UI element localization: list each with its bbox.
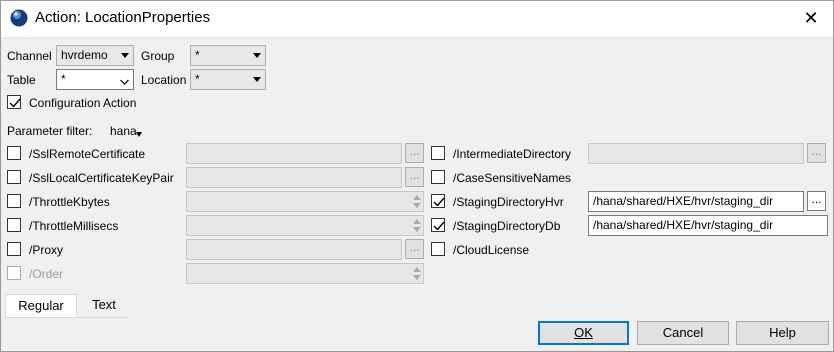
channel-value: hvrdemo (61, 48, 108, 62)
staging-directory-db-input[interactable]: /hana/shared/HXE/hvr/staging_dir (588, 215, 828, 236)
window-title: Action: LocationProperties (35, 9, 211, 26)
location-value: * (195, 72, 200, 86)
table-select[interactable]: * (56, 69, 134, 90)
param-label-intermediatedirectory: /IntermediateDirectory (453, 147, 572, 161)
spin-arrows-icon[interactable] (411, 263, 423, 283)
dropdown-arrow-icon (253, 77, 261, 82)
browse-button[interactable]: ... (405, 143, 424, 163)
param-value-field[interactable] (186, 143, 402, 164)
spin-arrows-icon[interactable] (411, 215, 423, 235)
parameter-filter-input[interactable]: hana (110, 123, 137, 139)
param-checkbox[interactable] (7, 146, 21, 160)
ok-button-label: OK (574, 325, 593, 340)
param-checkbox[interactable] (431, 170, 445, 184)
dropdown-arrow-icon (121, 53, 129, 58)
param-checkbox[interactable] (7, 194, 21, 208)
param-label-stagingdirectorydb: /StagingDirectoryDb (453, 219, 561, 233)
param-label-throttlemillisecs: /ThrottleMillisecs (29, 219, 119, 233)
config-action-label: Configuration Action (29, 96, 137, 110)
param-value-field[interactable] (588, 143, 804, 164)
browse-button[interactable]: ... (405, 239, 424, 259)
param-label-ssllocalcertificatekeypair: /SslLocalCertificateKeyPair (29, 171, 174, 185)
param-spin-field[interactable] (186, 191, 424, 212)
location-label: Location (141, 73, 187, 87)
param-checkbox[interactable] (431, 194, 445, 208)
tab-text[interactable]: Text (80, 294, 128, 318)
param-label-casesensitivenames: /CaseSensitiveNames (453, 171, 572, 185)
group-label: Group (141, 49, 175, 63)
param-checkbox[interactable] (7, 218, 21, 232)
tab-underline (5, 317, 129, 318)
dropdown-arrow-icon (253, 53, 261, 58)
table-value: * (61, 72, 66, 86)
checkmark-icon (433, 221, 445, 231)
group-value: * (195, 48, 200, 62)
param-checkbox[interactable] (7, 266, 21, 280)
param-label-proxy: /Proxy (29, 243, 64, 257)
browse-button[interactable]: ... (405, 167, 424, 187)
text-cursor-icon (135, 128, 143, 142)
table-label: Table (7, 73, 36, 87)
param-label-throttlekbytes: /ThrottleKbytes (29, 195, 110, 209)
param-label-stagingdirectoryhvr: /StagingDirectoryHvr (453, 195, 564, 209)
spin-arrows-icon[interactable] (411, 191, 423, 211)
channel-select[interactable]: hvrdemo (56, 45, 134, 66)
param-spin-field[interactable] (186, 215, 424, 236)
param-value-field[interactable] (186, 239, 402, 260)
param-label-sslremotecertificate: /SslRemoteCertificate (29, 147, 146, 161)
chevron-down-icon (120, 73, 129, 85)
config-action-checkbox[interactable] (7, 95, 21, 109)
help-button[interactable]: Help (736, 321, 829, 345)
cancel-button[interactable]: Cancel (637, 321, 729, 345)
param-checkbox[interactable] (431, 146, 445, 160)
group-select[interactable]: * (190, 45, 266, 66)
tab-regular[interactable]: Regular (5, 294, 77, 318)
channel-label: Channel (7, 49, 52, 63)
param-label-cloudlicense: /CloudLicense (453, 243, 530, 257)
staging-directory-hvr-input[interactable]: /hana/shared/HXE/hvr/staging_dir (588, 191, 804, 212)
checkmark-icon (9, 98, 21, 108)
param-checkbox[interactable] (431, 242, 445, 256)
close-icon[interactable]: ✕ (796, 4, 826, 32)
ok-button[interactable]: OK (538, 321, 629, 345)
checkmark-icon (433, 197, 445, 207)
browse-button[interactable]: ... (807, 191, 826, 211)
param-checkbox[interactable] (7, 242, 21, 256)
browse-button[interactable]: ... (807, 143, 826, 163)
app-globe-icon (10, 9, 28, 27)
parameter-filter-label: Parameter filter: (7, 124, 93, 138)
param-checkbox[interactable] (431, 218, 445, 232)
help-button-label: Help (769, 325, 796, 340)
param-spin-field[interactable] (186, 263, 424, 284)
cancel-button-label: Cancel (662, 325, 704, 340)
param-checkbox[interactable] (7, 170, 21, 184)
location-select[interactable]: * (190, 69, 266, 90)
param-label-order: /Order (29, 267, 64, 281)
param-value-field[interactable] (186, 167, 402, 188)
